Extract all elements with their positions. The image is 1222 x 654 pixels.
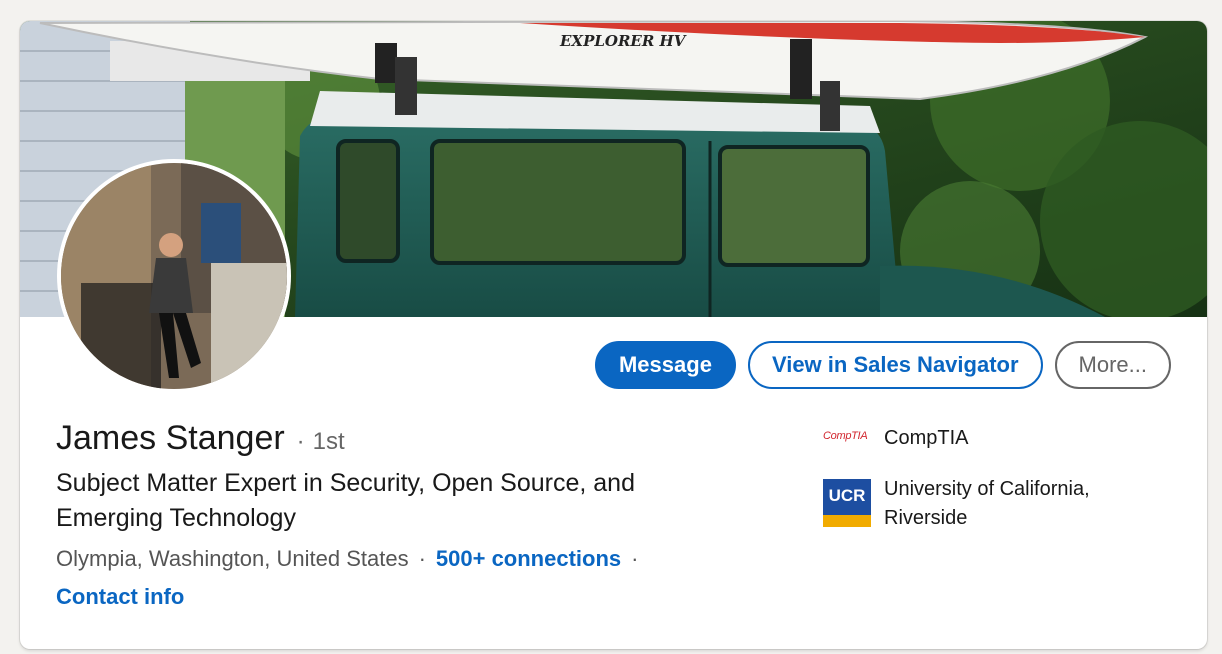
view-in-sales-navigator-button[interactable]: View in Sales Navigator [747,341,1043,389]
profile-actions: Message View in Sales Navigator More... [594,341,1171,389]
location-row: Olympia, Washington, United States · 500… [56,546,776,572]
org-comptia[interactable]: CompTIA CompTIA [823,424,1163,453]
more-button[interactable]: More... [1054,341,1171,389]
ucr-logo-text: UCR [828,486,866,505]
connections-separator: · [631,546,639,571]
kayak-label: EXPLORER HV [559,32,687,50]
degree-separator: · [296,428,305,455]
profile-location: Olympia, Washington, United States [56,546,409,571]
org-name-ucr: University of California, Riverside [884,478,1090,529]
profile-info: James Stanger · 1st Subject Matter Exper… [56,419,776,610]
connection-degree: 1st [312,428,345,455]
organizations-list: CompTIA CompTIA UCR University of Califo… [823,424,1163,555]
message-button[interactable]: Message [594,341,736,389]
ucr-logo-band [823,515,871,527]
org-ucr[interactable]: UCR University of California, Riverside [823,475,1163,533]
connections-link[interactable]: 500+ connections [436,546,621,572]
profile-avatar[interactable] [57,159,291,393]
name-row: James Stanger · 1st [56,419,776,458]
contact-info-link[interactable]: Contact info [56,584,776,610]
location-separator: · [418,546,426,571]
profile-name: James Stanger [56,419,285,457]
profile-headline: Subject Matter Expert in Security, Open … [56,469,635,532]
ucr-logo: UCR [823,479,871,527]
org-name-comptia: CompTIA [884,427,969,449]
comptia-logo: CompTIA [823,430,868,442]
profile-card: EXPLORER HV Message View in Sales Naviga… [20,21,1207,649]
